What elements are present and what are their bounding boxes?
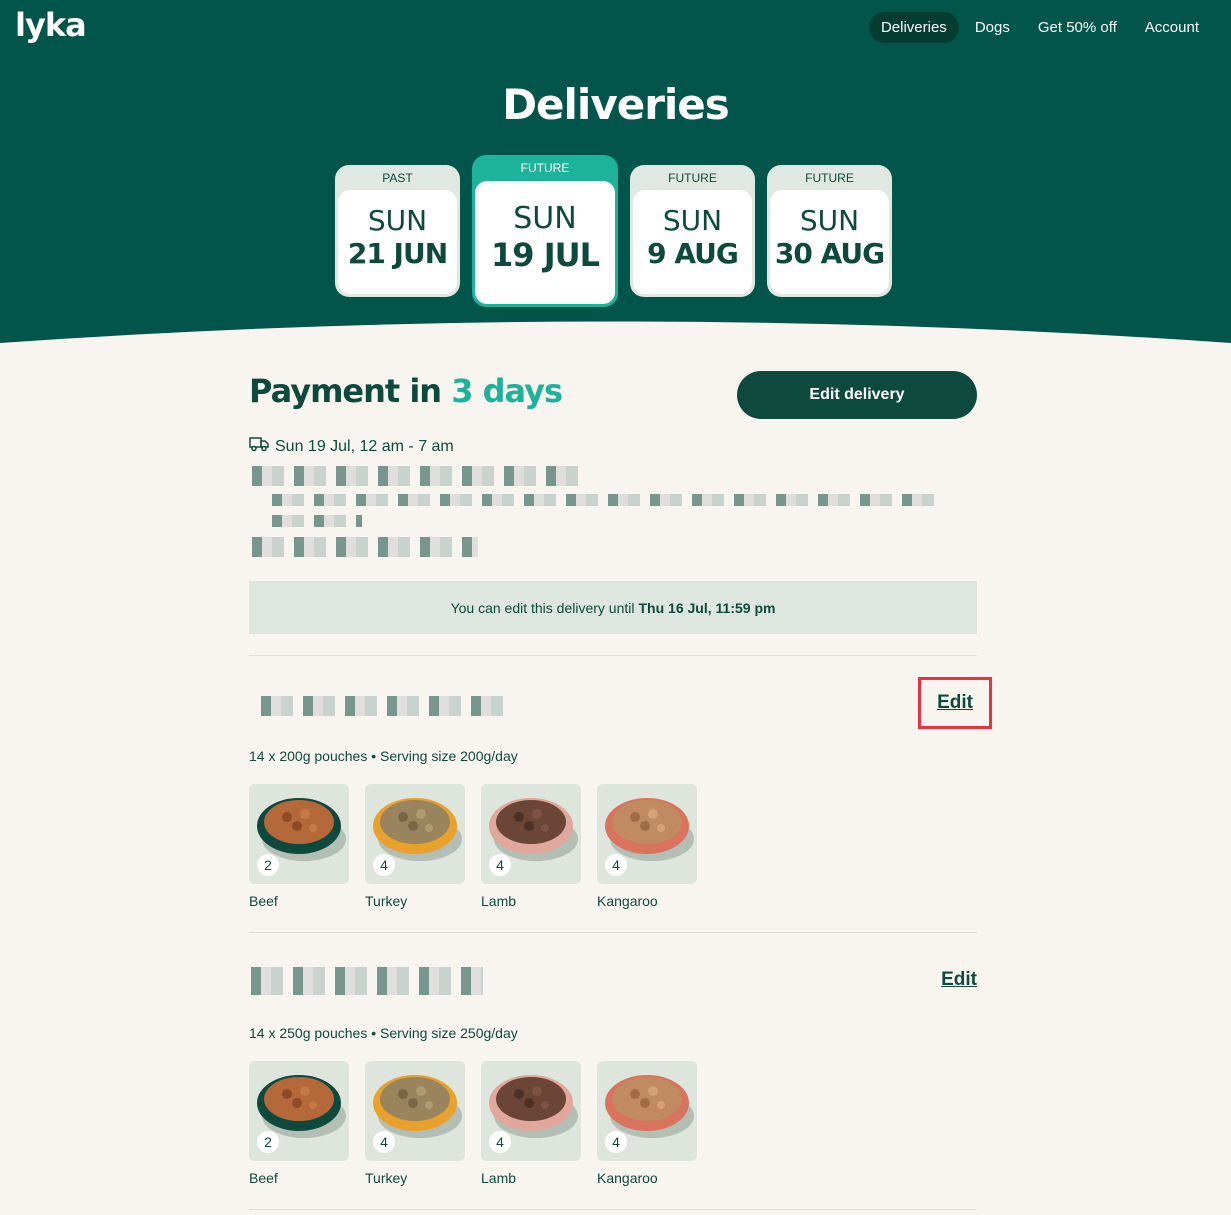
recipe-list: 2 Beef 4 Turkey 4 Lamb 4 Kangaroo — [249, 784, 697, 909]
top-nav: Deliveries Dogs Get 50% off Account — [868, 12, 1211, 43]
tab-day: SUN — [367, 204, 428, 237]
tab-day: SUN — [662, 204, 723, 237]
recipe-name: Beef — [249, 1170, 278, 1186]
date-tab-past[interactable]: PAST SUN 21 JUN — [335, 165, 460, 297]
recipe-image: 4 — [597, 784, 697, 884]
recipe-qty-badge: 4 — [489, 1131, 511, 1153]
recipe-item: 4 Kangaroo — [597, 784, 697, 909]
redacted-address — [252, 537, 478, 557]
recipe-qty-badge: 4 — [373, 1131, 395, 1153]
edit-delivery-button[interactable]: Edit delivery — [737, 371, 977, 419]
recipe-image: 4 — [481, 784, 581, 884]
divider — [249, 1209, 977, 1210]
recipe-name: Lamb — [481, 893, 517, 909]
notice-deadline: Thu 16 Jul, 11:59 pm — [638, 599, 776, 616]
redacted-address — [272, 515, 362, 527]
delivery-window: Sun 19 Jul, 12 am - 7 am — [249, 436, 454, 457]
tab-day: SUN — [799, 204, 860, 237]
recipe-qty-badge: 2 — [257, 1131, 279, 1153]
recipe-name: Kangaroo — [597, 1170, 658, 1186]
recipe-item: 4 Turkey — [365, 784, 465, 909]
payment-heading: Payment in 3 days — [249, 372, 563, 410]
dog-plan: Edit 14 x 250g pouches • Serving size 25… — [249, 933, 977, 1209]
tab-tag: FUTURE — [805, 171, 854, 185]
edit-plan-link[interactable]: Edit — [941, 969, 977, 991]
pouch-summary: 14 x 200g pouches • Serving size 200g/da… — [249, 748, 518, 764]
recipe-name: Lamb — [481, 1170, 517, 1186]
page-title: Deliveries — [502, 80, 730, 129]
tab-date: 30 AUG — [774, 237, 885, 270]
recipe-item: 4 Lamb — [481, 784, 581, 909]
recipe-qty-badge: 4 — [373, 854, 395, 876]
redacted-dog-name — [261, 696, 513, 716]
tab-tag: FUTURE — [520, 161, 570, 175]
payment-prefix: Payment in — [249, 372, 442, 410]
tab-date: 21 JUN — [347, 237, 448, 270]
recipe-image: 4 — [597, 1061, 697, 1161]
notice-text: You can edit this delivery until — [450, 599, 635, 616]
delivery-window-text: Sun 19 Jul, 12 am - 7 am — [275, 437, 454, 455]
redacted-address — [252, 466, 582, 486]
recipe-image: 4 — [365, 1061, 465, 1161]
nav-account[interactable]: Account — [1133, 12, 1211, 43]
tab-tag: FUTURE — [668, 171, 717, 185]
truck-icon — [249, 436, 269, 457]
date-tab-selected[interactable]: FUTURE SUN 19 JUL — [472, 155, 618, 307]
recipe-qty-badge: 2 — [257, 854, 279, 876]
tab-day: SUN — [513, 201, 577, 236]
recipe-item: 2 Beef — [249, 1061, 349, 1186]
tab-date: 9 AUG — [647, 237, 739, 270]
tab-date: 19 JUL — [491, 236, 600, 274]
recipe-image: 4 — [481, 1061, 581, 1161]
recipe-name: Beef — [249, 893, 278, 909]
recipe-image: 2 — [249, 1061, 349, 1161]
pouch-summary: 14 x 250g pouches • Serving size 250g/da… — [249, 1025, 518, 1041]
tab-tag: PAST — [382, 171, 413, 185]
lyka-logo[interactable]: lyka — [15, 6, 87, 44]
nav-dogs[interactable]: Dogs — [963, 12, 1022, 43]
recipe-item: 4 Lamb — [481, 1061, 581, 1186]
edit-deadline-notice: You can edit this delivery until Thu 16 … — [249, 581, 977, 634]
redacted-dog-name — [251, 967, 483, 995]
recipe-name: Kangaroo — [597, 893, 658, 909]
payment-days: 3 days — [451, 372, 563, 410]
nav-deliveries[interactable]: Deliveries — [868, 12, 959, 43]
nav-referral[interactable]: Get 50% off — [1026, 12, 1129, 43]
recipe-image: 2 — [249, 784, 349, 884]
recipe-qty-badge: 4 — [605, 1131, 627, 1153]
recipe-item: 4 Turkey — [365, 1061, 465, 1186]
recipe-list: 2 Beef 4 Turkey 4 Lamb 4 Kangaroo — [249, 1061, 697, 1186]
date-tab-future[interactable]: FUTURE SUN 30 AUG — [767, 165, 892, 297]
recipe-qty-badge: 4 — [489, 854, 511, 876]
dog-plan: Edit 14 x 200g pouches • Serving size 20… — [249, 656, 992, 932]
recipe-item: 2 Beef — [249, 784, 349, 909]
recipe-qty-badge: 4 — [605, 854, 627, 876]
recipe-name: Turkey — [365, 893, 408, 909]
date-tab-future[interactable]: FUTURE SUN 9 AUG — [630, 165, 755, 297]
edit-plan-link[interactable]: Edit — [918, 677, 992, 729]
recipe-item: 4 Kangaroo — [597, 1061, 697, 1186]
redacted-address — [272, 494, 942, 506]
recipe-image: 4 — [365, 784, 465, 884]
recipe-name: Turkey — [365, 1170, 408, 1186]
